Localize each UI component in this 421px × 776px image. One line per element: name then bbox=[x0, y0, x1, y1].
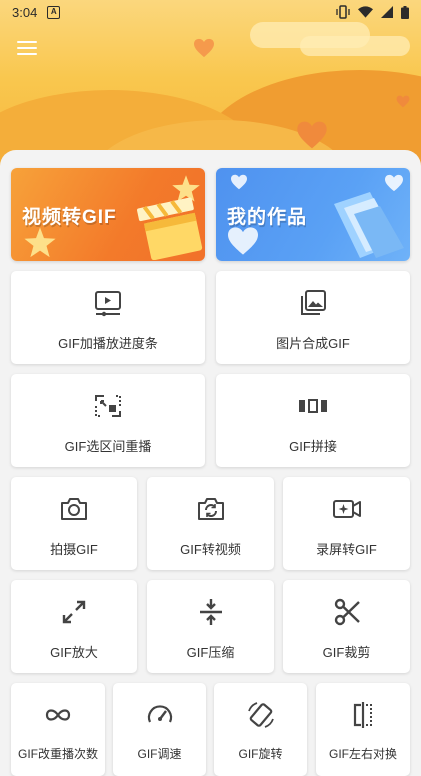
screen-record-to-gif-tool[interactable]: 录屏转GIF bbox=[283, 477, 410, 570]
camera-icon bbox=[61, 498, 87, 520]
heart-decoration-icon bbox=[194, 38, 214, 58]
gif-mirror-flip-tool[interactable]: GIF左右对换 bbox=[316, 683, 410, 776]
gif-enlarge-tool[interactable]: GIF放大 bbox=[11, 580, 137, 673]
speedometer-icon bbox=[147, 705, 172, 723]
heart-decoration-icon bbox=[228, 227, 258, 255]
gif-range-replay-tool[interactable]: GIF选区间重播 bbox=[11, 374, 205, 467]
star-decoration-icon bbox=[24, 227, 56, 258]
heart-decoration-icon bbox=[297, 121, 327, 149]
camera-switch-icon bbox=[197, 498, 224, 520]
tool-label: GIF放大 bbox=[50, 645, 98, 660]
mirror-flip-icon bbox=[353, 702, 372, 728]
gif-compress-tool[interactable]: GIF压缩 bbox=[147, 580, 274, 673]
scissors-icon bbox=[334, 598, 360, 626]
tool-label: GIF压缩 bbox=[186, 645, 235, 660]
heart-decoration-icon bbox=[396, 95, 410, 108]
my-works-banner[interactable]: 我的作品 bbox=[216, 168, 410, 261]
infinity-icon bbox=[45, 709, 71, 721]
signal-icon bbox=[381, 6, 393, 18]
tool-label: GIF转视频 bbox=[180, 542, 241, 557]
images-to-gif-tool[interactable]: 图片合成GIF bbox=[216, 271, 410, 364]
splice-icon bbox=[299, 399, 327, 413]
folder-works-icon bbox=[334, 192, 404, 258]
tool-label: 图片合成GIF bbox=[276, 336, 350, 351]
wifi-icon bbox=[358, 6, 373, 18]
tool-label: 录屏转GIF bbox=[316, 542, 377, 557]
header-background bbox=[0, 0, 421, 175]
tool-label: GIF加播放进度条 bbox=[58, 336, 158, 351]
rotate-icon bbox=[247, 702, 274, 728]
battery-icon bbox=[401, 5, 409, 19]
video-to-gif-banner[interactable]: 视频转GIF bbox=[11, 168, 205, 261]
tool-label: GIF裁剪 bbox=[322, 645, 371, 660]
hamburger-menu-icon[interactable] bbox=[17, 41, 37, 57]
gif-speed-tool[interactable]: GIF调速 bbox=[113, 683, 206, 776]
clapperboard-icon bbox=[137, 197, 203, 260]
heart-decoration-icon bbox=[231, 174, 247, 190]
gif-add-progress-bar-tool[interactable]: GIF加播放进度条 bbox=[11, 271, 205, 364]
tool-label: 拍摄GIF bbox=[50, 542, 98, 557]
gif-to-video-tool[interactable]: GIF转视频 bbox=[147, 477, 274, 570]
status-bar: 3:04 A bbox=[0, 0, 421, 24]
vibrate-icon bbox=[336, 5, 350, 19]
image-gallery-icon bbox=[301, 290, 326, 315]
banner-title: 视频转GIF bbox=[22, 207, 117, 228]
gif-replay-count-tool[interactable]: GIF改重播次数 bbox=[11, 683, 105, 776]
tool-label: GIF选区间重播 bbox=[64, 439, 152, 454]
enlarge-icon bbox=[62, 600, 86, 624]
tool-label: GIF拼接 bbox=[289, 439, 337, 454]
video-playback-icon bbox=[95, 291, 121, 317]
gif-rotate-tool[interactable]: GIF旋转 bbox=[214, 683, 307, 776]
gif-splice-tool[interactable]: GIF拼接 bbox=[216, 374, 410, 467]
gif-crop-tool[interactable]: GIF裁剪 bbox=[283, 580, 410, 673]
compress-icon bbox=[199, 599, 222, 625]
screen-record-icon bbox=[332, 500, 361, 518]
range-replay-icon bbox=[95, 395, 121, 417]
shoot-gif-tool[interactable]: 拍摄GIF bbox=[11, 477, 137, 570]
banner-title: 我的作品 bbox=[227, 207, 308, 228]
notification-app-icon: A bbox=[47, 5, 61, 19]
status-time: 3:04 bbox=[12, 4, 38, 20]
